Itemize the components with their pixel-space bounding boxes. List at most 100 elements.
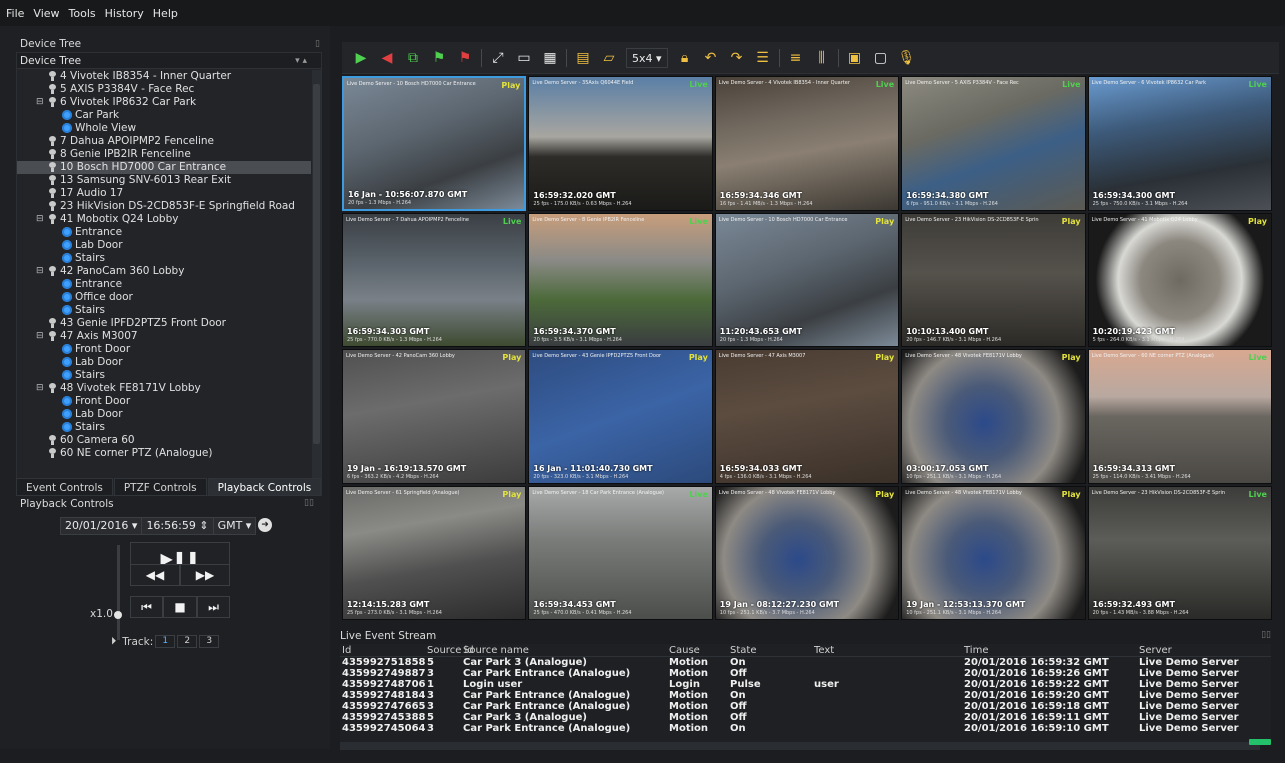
- spin-icon[interactable]: ⇕: [199, 519, 208, 532]
- camera-tile[interactable]: Live Demo Server - 48 Vivotek FE8171V Lo…: [901, 349, 1086, 484]
- menu-view[interactable]: View: [33, 7, 59, 20]
- tree-item-camera[interactable]: 7 Dahua APOIPMP2 Fenceline: [17, 135, 311, 148]
- table-row[interactable]: 435992748184 3 Car Park Entrance (Analogue…: [340, 690, 1271, 701]
- tree-item-view[interactable]: Stairs: [17, 252, 311, 265]
- rewind-button[interactable]: ◀◀: [130, 564, 180, 586]
- tree-item-camera[interactable]: 17 Audio 17: [17, 187, 311, 200]
- report-icon[interactable]: ☰: [752, 47, 774, 69]
- tree-item-camera[interactable]: 13 Samsung SNV-6013 Rear Exit: [17, 174, 311, 187]
- column-source-name[interactable]: Source name: [463, 644, 669, 656]
- tree-item-camera[interactable]: 23 HikVision DS-2CD853F-E Springfield Ro…: [17, 200, 311, 213]
- tree-item-camera[interactable]: ⊟ 47 Axis M3007: [17, 330, 311, 343]
- tab-event-controls[interactable]: Event Controls: [16, 478, 113, 496]
- table-row[interactable]: 435992749887 3 Car Park Entrance (Analogue…: [340, 668, 1271, 679]
- tree-item-camera[interactable]: ⊟ 48 Vivotek FE8171V Lobby: [17, 382, 311, 395]
- settings-bars-icon[interactable]: ≡: [785, 47, 807, 69]
- track-3-button[interactable]: 3: [199, 635, 220, 648]
- speed-slider-handle[interactable]: [114, 611, 122, 619]
- tree-item-camera[interactable]: ⊟ 42 PanoCam 360 Lobby: [17, 265, 311, 278]
- menu-tools[interactable]: Tools: [69, 7, 96, 20]
- chevron-down-icon[interactable]: ▾ ▴: [295, 53, 307, 69]
- table-row[interactable]: 435992747665 3 Car Park Entrance (Analogue…: [340, 701, 1271, 712]
- skip-back-button[interactable]: ⏮: [130, 596, 163, 618]
- end-flag-icon[interactable]: ⚑: [454, 47, 476, 69]
- camera-tile[interactable]: Live Demo Server - 42 PanoCam 360 Lobby P…: [342, 349, 527, 484]
- camera-tile[interactable]: Live Demo Server - 47 Axis M3007 Play 16:5…: [714, 349, 900, 484]
- event-table-scrollbar[interactable]: [340, 742, 1260, 750]
- device-tree-scrollbar[interactable]: [312, 70, 321, 495]
- tree-item-view[interactable]: Office door: [17, 291, 311, 304]
- tree-item-view[interactable]: Stairs: [17, 304, 311, 317]
- camera-tile[interactable]: Live Demo Server - 48 Vivotek FE8171V Lo…: [714, 485, 900, 620]
- fast-forward-button[interactable]: ▶▶: [180, 564, 230, 586]
- column-state[interactable]: State: [730, 644, 814, 656]
- step-icon[interactable]: ⏵: [111, 635, 116, 648]
- window-icon[interactable]: ▢: [870, 47, 892, 69]
- tree-item-camera[interactable]: 60 NE corner PTZ (Analogue): [17, 447, 311, 460]
- camera-tile[interactable]: Live Demo Server - 61 Springfield (Analo…: [342, 485, 527, 620]
- chevron-down-icon[interactable]: ▾: [246, 519, 252, 532]
- collapse-icon[interactable]: ⊟: [36, 213, 46, 226]
- tree-item-view[interactable]: Entrance: [17, 226, 311, 239]
- tree-item-view[interactable]: Lab Door: [17, 408, 311, 421]
- tree-item-view[interactable]: Lab Door: [17, 356, 311, 369]
- track-1-button[interactable]: 1: [155, 635, 176, 648]
- column-time[interactable]: Time: [964, 644, 1139, 656]
- mute-microphone-icon[interactable]: 🎙︎: [896, 47, 918, 69]
- tree-item-camera[interactable]: 5 AXIS P3384V - Face Rec: [17, 83, 311, 96]
- device-tree-selector[interactable]: Device Tree ▾ ▴: [17, 53, 321, 69]
- camera-tile[interactable]: Live Demo Server - 6 Vivotek IP8632 Car …: [1087, 76, 1272, 211]
- column-cause[interactable]: Cause: [669, 644, 730, 656]
- go-arrow-icon[interactable]: ➜: [258, 518, 272, 532]
- save-layout-icon[interactable]: ▤: [572, 47, 594, 69]
- recorder-icon[interactable]: ▣: [844, 47, 866, 69]
- tree-item-camera[interactable]: 4 Vivotek IB8354 - Inner Quarter: [17, 70, 311, 83]
- menu-history[interactable]: History: [105, 7, 144, 20]
- table-row[interactable]: 435992748706 1 Login user Login Pulse user 20/…: [340, 679, 1271, 690]
- tree-item-camera[interactable]: 60 Camera 60: [17, 434, 311, 447]
- camera-tile[interactable]: Live Demo Server - 41 Mobotix Q24 Lobby P…: [1087, 212, 1272, 347]
- menu-file[interactable]: File: [6, 7, 24, 20]
- tree-item-view[interactable]: Front Door: [17, 395, 311, 408]
- chevron-down-icon[interactable]: ▾: [132, 519, 138, 532]
- track-2-button[interactable]: 2: [177, 635, 198, 648]
- camera-tile[interactable]: Live Demo Server - 10 Bosch HD7000 Car E…: [714, 212, 900, 347]
- tree-item-camera[interactable]: 43 Genie IPFD2PTZ5 Front Door: [17, 317, 311, 330]
- float-panel-icon[interactable]: ▯: [315, 36, 320, 52]
- tree-item-view[interactable]: Car Park: [17, 109, 311, 122]
- camera-tile[interactable]: Live Demo Server - 10 Bosch HD7000 Car E…: [342, 76, 527, 211]
- close-panel-icon[interactable]: ▯▯: [1261, 630, 1271, 640]
- camera-group-icon[interactable]: ⧉: [402, 47, 424, 69]
- tree-item-view[interactable]: Front Door: [17, 343, 311, 356]
- camera-tile[interactable]: Live Demo Server - 23 HikVision DS-2CD85…: [901, 212, 1086, 347]
- undo-icon[interactable]: ↶: [700, 47, 722, 69]
- camera-tile[interactable]: Live Demo Server - 48 Vivotek FE8171V Lo…: [901, 485, 1086, 620]
- tab-playback-controls[interactable]: Playback Controls: [207, 478, 322, 496]
- time-field[interactable]: 16:56:59 ⇕: [142, 518, 214, 534]
- camera-tile[interactable]: Live Demo Server - 7 Dahua APOIPMP2 Fenc…: [342, 212, 527, 347]
- collapse-icon[interactable]: ⊟: [36, 330, 46, 343]
- camera-tile[interactable]: Live Demo Server - 4 Vivotek IB8354 - In…: [714, 76, 900, 211]
- tab-ptzf-controls[interactable]: PTZF Controls: [113, 478, 207, 496]
- camera-tile[interactable]: Live Demo Server - 23 HikVision DS-2CD85…: [1087, 485, 1272, 620]
- table-row[interactable]: 435992745064 3 Car Park Entrance (Analogue…: [340, 723, 1271, 734]
- redo-icon[interactable]: ↷: [726, 47, 748, 69]
- column-source-id[interactable]: Source id: [427, 644, 474, 656]
- tree-item-camera[interactable]: 8 Genie IPB2IR Fenceline: [17, 148, 311, 161]
- camera-tile[interactable]: Live Demo Server - 18 Car Park Entrance …: [528, 485, 713, 620]
- tree-item-view[interactable]: Stairs: [17, 421, 311, 434]
- lock-icon[interactable]: 🔒︎: [674, 47, 696, 69]
- start-flag-icon[interactable]: ⚑: [428, 47, 450, 69]
- table-row[interactable]: 435992751858 5 Car Park 3 (Analogue) Motion…: [340, 657, 1271, 668]
- column-server[interactable]: Server: [1139, 644, 1269, 656]
- speed-slider[interactable]: [117, 545, 120, 640]
- tree-item-view[interactable]: Whole View: [17, 122, 311, 135]
- tree-item-camera[interactable]: ⊟ 41 Mobotix Q24 Lobby: [17, 213, 311, 226]
- camera-tile[interactable]: Live Demo Server - 5 AXIS P3384V - Face …: [901, 76, 1086, 211]
- layout-select[interactable]: 5x4 ▾: [626, 47, 668, 68]
- live-icon[interactable]: ▶: [350, 47, 372, 69]
- monitor-icon[interactable]: ▭: [513, 47, 535, 69]
- camera-tile[interactable]: Live Demo Server - 43 Genie IPFD2PTZ5 Fr…: [528, 349, 713, 484]
- date-field[interactable]: 20/01/2016 ▾: [61, 518, 143, 534]
- tree-item-camera[interactable]: 10 Bosch HD7000 Car Entrance: [17, 161, 311, 174]
